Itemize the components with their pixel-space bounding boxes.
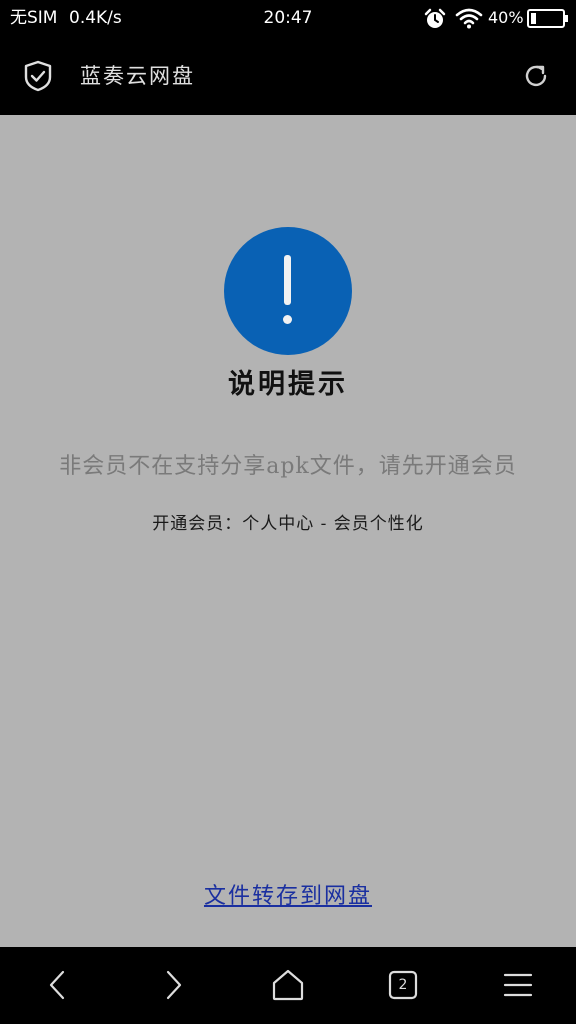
battery-percent: 40% xyxy=(488,8,524,27)
dialog-title: 说明提示 xyxy=(228,369,348,400)
exclamation-icon xyxy=(224,227,352,355)
menu-icon[interactable] xyxy=(500,967,536,1003)
tabs-button[interactable]: 2 xyxy=(385,967,421,1003)
alarm-clock-icon xyxy=(424,8,446,28)
exclamation-dot xyxy=(283,315,292,324)
wifi-icon xyxy=(455,8,483,29)
bottom-nav: 2 xyxy=(0,947,576,1024)
status-bar: 无SIM 0.4K/s 20:47 40% xyxy=(0,0,576,36)
dialog-hint: 开通会员：个人中心 - 会员个性化 xyxy=(152,514,424,534)
main-content: 说明提示 非会员不在支持分享apk文件，请先开通会员 开通会员：个人中心 - 会… xyxy=(0,115,576,947)
chevron-left-icon[interactable] xyxy=(40,967,76,1003)
chevron-right-icon[interactable] xyxy=(155,967,191,1003)
refresh-icon[interactable] xyxy=(522,62,550,90)
app-title: 蓝奏云网盘 xyxy=(80,64,195,88)
save-to-cloud-link[interactable]: 文件转存到网盘 xyxy=(0,881,576,913)
shield-check-icon[interactable] xyxy=(23,60,53,92)
dialog-message: 非会员不在支持分享apk文件，请先开通会员 xyxy=(59,454,517,479)
tabs-count: 2 xyxy=(398,977,408,993)
battery-icon xyxy=(527,9,568,28)
exclamation-bar xyxy=(284,255,291,305)
home-icon[interactable] xyxy=(270,967,306,1003)
screen: 无SIM 0.4K/s 20:47 40% 蓝奏云网盘 说明提示 非会员不在支持… xyxy=(0,0,576,1024)
app-bar: 蓝奏云网盘 xyxy=(0,36,576,115)
